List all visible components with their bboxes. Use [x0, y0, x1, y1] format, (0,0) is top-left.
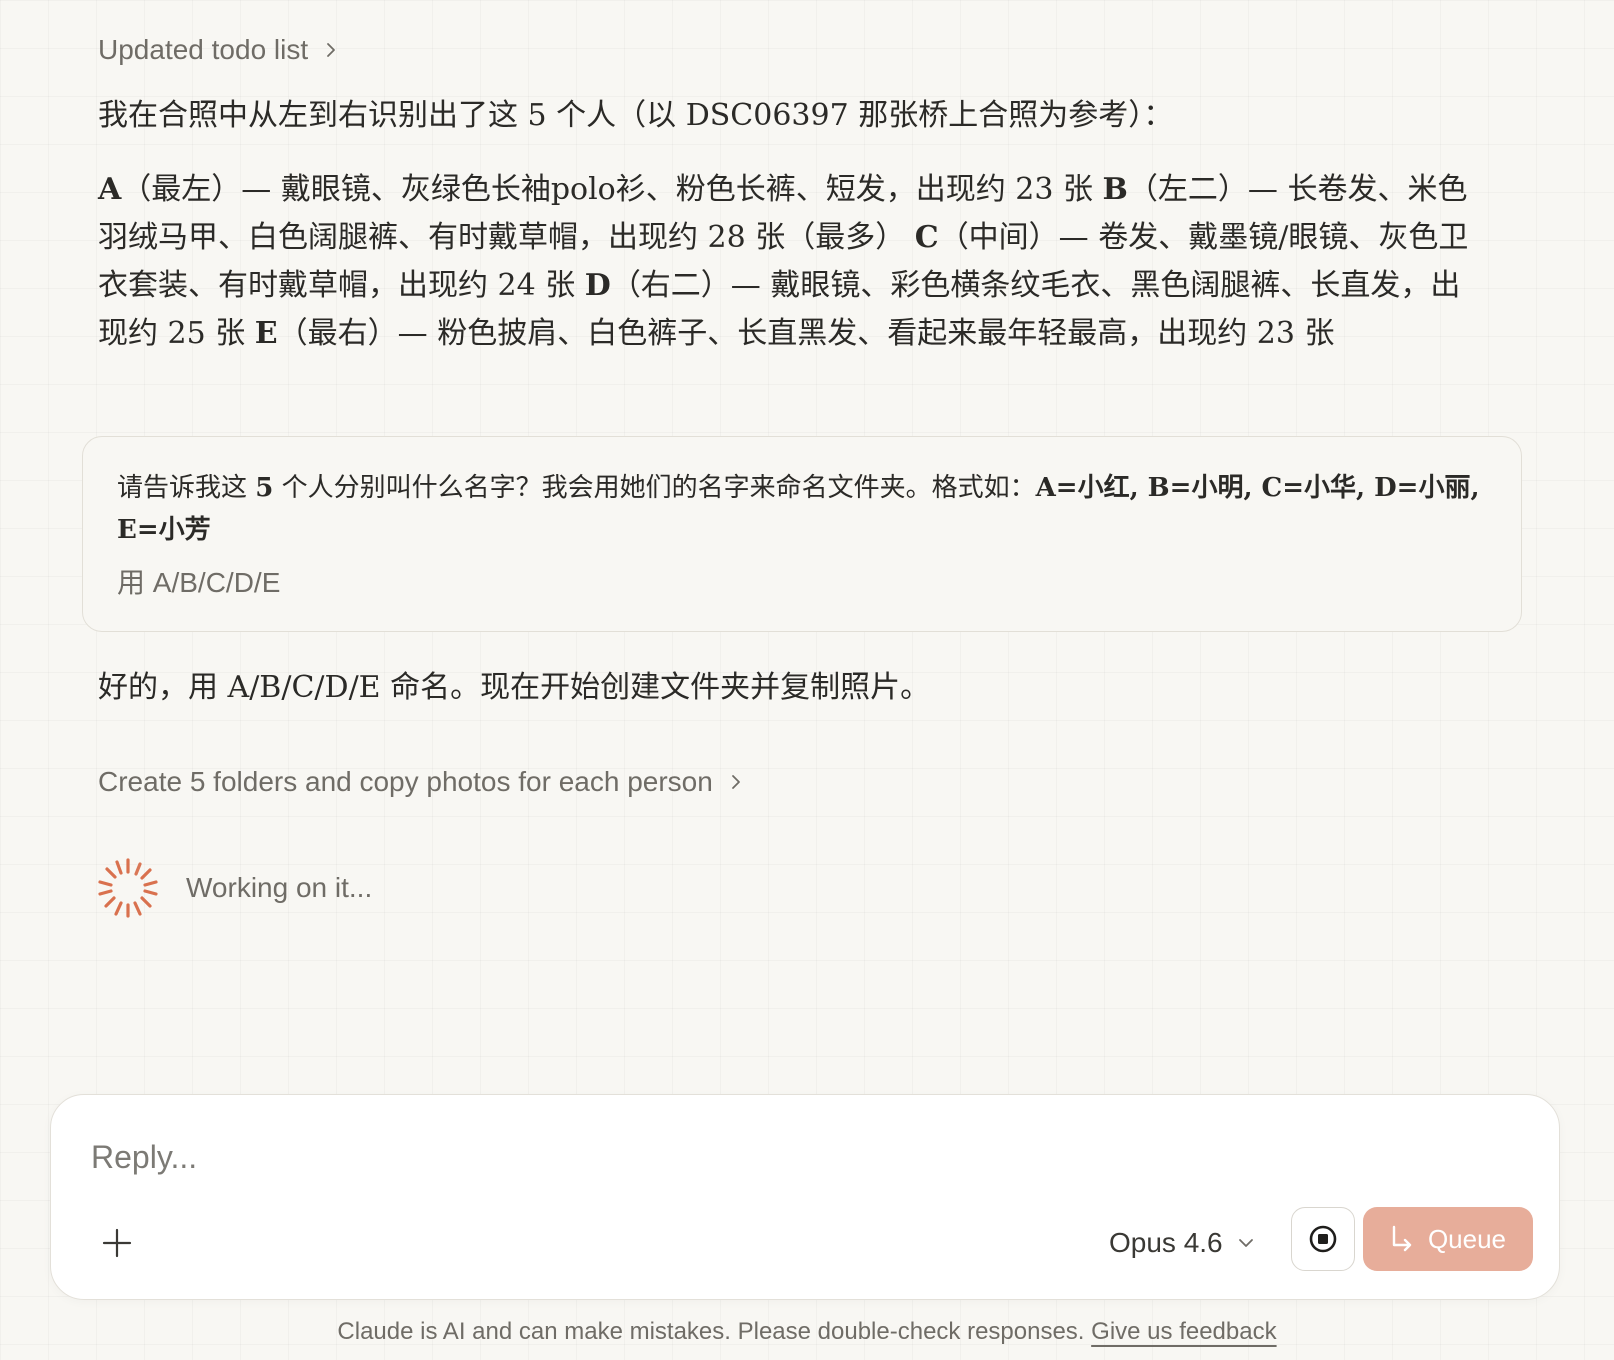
- question-count: 5: [255, 473, 274, 503]
- question-text: 请告诉我这 5 个人分别叫什么名字？我会用她们的名字来命名文件夹。格式如：A=小…: [117, 467, 1497, 551]
- person-a-letter: A: [98, 172, 122, 207]
- person-e-desc: （最右）— 粉色披肩、白色裤子、长直黑发、看起来最年轻最高，出现约 23 张: [277, 316, 1335, 351]
- plus-icon: [102, 1228, 132, 1258]
- chevron-down-icon: [1238, 1239, 1253, 1247]
- assistant-message-intro: 我在合照中从左到右识别出了这 5 个人（以 DSC06397 那张桥上合照为参考…: [98, 98, 1174, 133]
- reply-composer: Opus 4.6 Queue: [50, 1094, 1560, 1300]
- model-selector[interactable]: Opus 4.6: [1109, 1221, 1255, 1265]
- assistant-message-people: A（最左）— 戴眼镜、灰绿色长袖polo衫、粉色长裤、短发，出现约 23 张 B…: [98, 166, 1478, 358]
- add-attachment-button[interactable]: [95, 1221, 139, 1265]
- footer-disclaimer: Claude is AI and can make mistakes. Plea…: [0, 1318, 1614, 1346]
- chevron-right-icon: [327, 43, 336, 57]
- question-answer: 用 A/B/C/D/E: [117, 567, 281, 598]
- queue-button[interactable]: Queue: [1363, 1207, 1533, 1271]
- create-folders-label: Create 5 folders and copy photos for eac…: [98, 766, 713, 797]
- person-d-letter: D: [584, 268, 611, 303]
- question-part2: 个人分别叫什么名字？我会用她们的名字来命名文件夹。格式如：: [273, 473, 1036, 503]
- queue-label: Queue: [1427, 1223, 1507, 1254]
- reply-input[interactable]: [91, 1135, 1491, 1179]
- person-a-desc: （最左）— 戴眼镜、灰绿色长袖polo衫、粉色长裤、短发，出现约 23 张: [121, 172, 1093, 207]
- todo-list-step[interactable]: Updated todo list: [98, 34, 340, 66]
- person-b-letter: B: [1102, 172, 1128, 207]
- enter-arrow-icon: [1392, 1225, 1412, 1252]
- person-e-letter: E: [254, 316, 278, 351]
- working-indicator: Working on it...: [96, 856, 372, 920]
- stop-icon: [1309, 1225, 1337, 1253]
- disclaimer-text: Claude is AI and can make mistakes. Plea…: [337, 1318, 1085, 1345]
- model-label: Opus 4.6: [1109, 1227, 1223, 1258]
- todo-list-label: Updated todo list: [98, 34, 309, 65]
- person-c-letter: C: [914, 220, 939, 255]
- question-part1: 请告诉我这: [117, 473, 256, 503]
- question-card: 请告诉我这 5 个人分别叫什么名字？我会用她们的名字来命名文件夹。格式如：A=小…: [82, 436, 1522, 632]
- working-text: Working on it...: [186, 872, 373, 903]
- chevron-right-icon: [731, 775, 740, 789]
- feedback-link[interactable]: Give us feedback: [1091, 1318, 1276, 1345]
- spinner-icon: [98, 858, 158, 918]
- create-folders-step[interactable]: Create 5 folders and copy photos for eac…: [98, 766, 745, 798]
- assistant-message-ok: 好的，用 A/B/C/D/E 命名。现在开始创建文件夹并复制照片。: [98, 670, 931, 705]
- stop-button[interactable]: [1291, 1207, 1355, 1271]
